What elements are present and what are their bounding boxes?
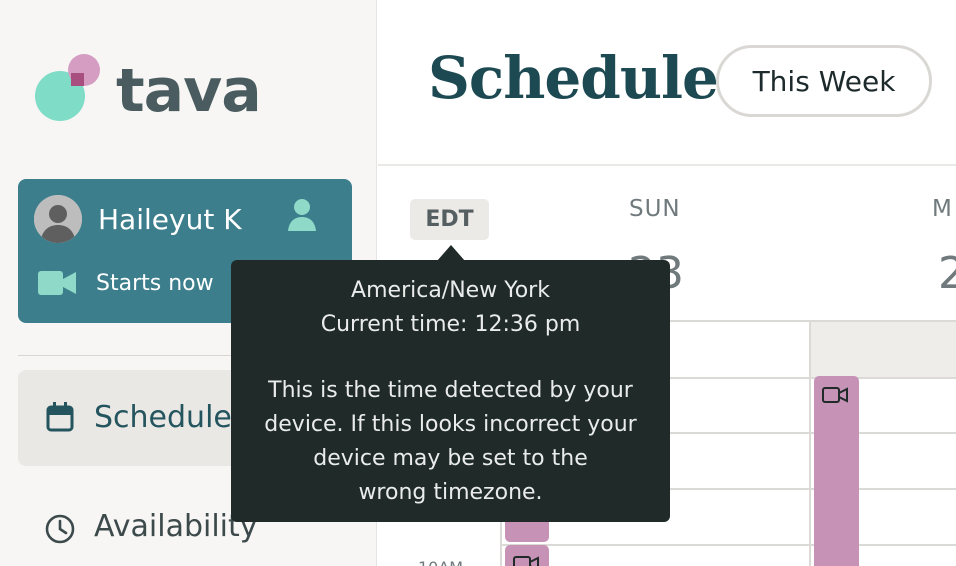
- appointment-status: Starts now: [96, 271, 214, 296]
- day-number-monday[interactable]: 2: [938, 248, 956, 299]
- avatar: [34, 195, 82, 243]
- all-day-row: [810, 322, 956, 377]
- tava-logo[interactable]: tava .: [34, 54, 262, 126]
- client-person-icon: [288, 199, 316, 231]
- tooltip-message-line: device. If this looks incorrect your: [264, 412, 637, 437]
- timezone-tooltip: America/New York Current time: 12:36 pm …: [231, 260, 670, 522]
- video-call-icon: [822, 387, 848, 403]
- tooltip-message-line: This is the time detected by your: [268, 378, 633, 403]
- timezone-badge[interactable]: EDT: [410, 199, 489, 240]
- tooltip-caret: [437, 245, 465, 261]
- avatar-person-icon: [34, 195, 82, 243]
- day-header-monday: M: [932, 196, 953, 222]
- grid-column-line: [809, 320, 811, 566]
- tooltip-spacer: [231, 342, 670, 374]
- grid-row-line: [500, 544, 956, 546]
- tooltip-message-line: wrong timezone.: [358, 480, 543, 505]
- sidebar-item-label: Schedule: [94, 400, 232, 435]
- tooltip-message-line: device may be set to the: [313, 446, 588, 471]
- video-call-icon: [38, 271, 76, 295]
- day-header-sunday: SUN: [629, 196, 681, 222]
- appointment-client-name: Haileyut K: [98, 203, 242, 236]
- this-week-button[interactable]: This Week: [716, 45, 932, 117]
- time-label: 10AM: [418, 558, 463, 566]
- logo-mark-icon: [35, 54, 100, 121]
- tooltip-current-time: Current time: 12:36 pm: [320, 312, 581, 337]
- calendar-event[interactable]: [814, 376, 859, 566]
- header-divider: [378, 164, 956, 166]
- tooltip-timezone-name: America/New York: [351, 278, 550, 303]
- calendar-icon: [46, 402, 74, 432]
- page-title: Schedule: [428, 44, 719, 112]
- logo-wordmark: tava: [116, 56, 262, 126]
- video-call-icon: [513, 556, 539, 566]
- clock-icon: [45, 514, 75, 544]
- calendar-event[interactable]: [505, 545, 549, 566]
- logo-trademark: .: [237, 104, 240, 113]
